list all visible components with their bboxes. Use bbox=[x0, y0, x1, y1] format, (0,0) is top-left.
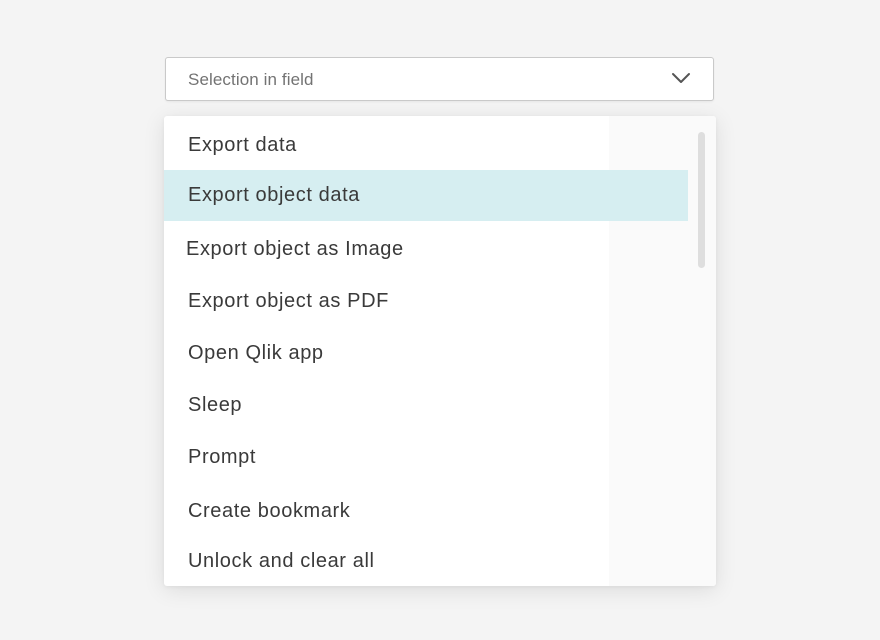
select-value: Selection in field bbox=[188, 70, 314, 89]
menu-item-export-object-as-pdf[interactable]: Export object as PDF bbox=[164, 276, 688, 326]
menu-item-create-bookmark[interactable]: Create bookmark bbox=[164, 486, 688, 536]
chevron-down-icon[interactable] bbox=[671, 71, 691, 85]
menu-item-sleep[interactable]: Sleep bbox=[164, 380, 688, 430]
action-select[interactable]: Selection in field bbox=[165, 57, 714, 101]
menu-item-open-qlik-app[interactable]: Open Qlik app bbox=[164, 328, 688, 378]
menu-item-export-object-as-image[interactable]: Export object as Image bbox=[164, 224, 688, 274]
menu-item-prompt[interactable]: Prompt bbox=[164, 432, 688, 482]
menu-item-export-object-data[interactable]: Export object data bbox=[164, 170, 688, 221]
scrollbar-thumb[interactable] bbox=[698, 132, 705, 268]
dropdown-menu: Export data Export object data Export ob… bbox=[164, 116, 716, 586]
menu-item-unlock-and-clear-all[interactable]: Unlock and clear all bbox=[164, 536, 688, 586]
